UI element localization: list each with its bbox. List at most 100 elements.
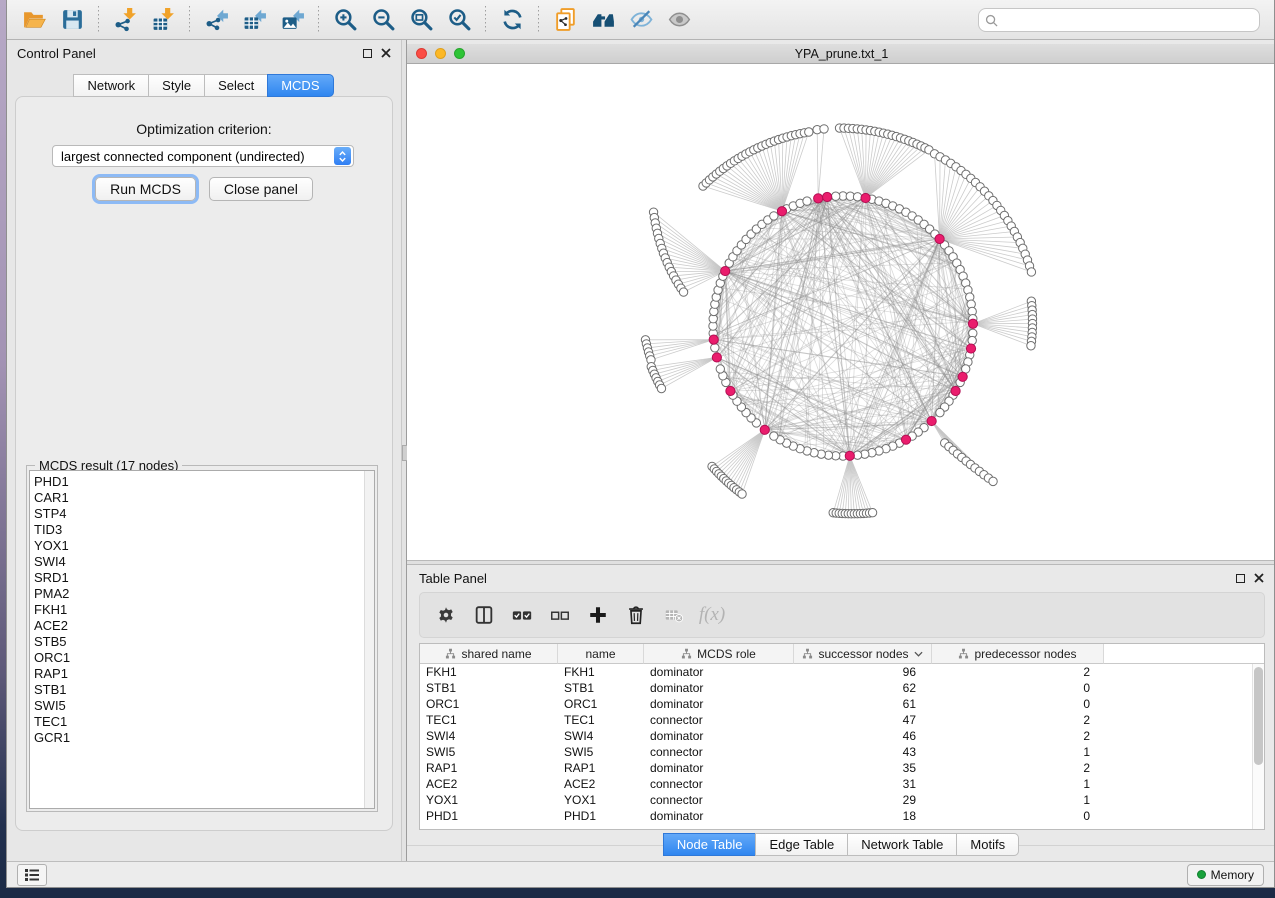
- cell-successor-nodes[interactable]: 18: [794, 809, 932, 823]
- cell-predecessor-nodes[interactable]: 1: [932, 745, 1104, 759]
- memory-button[interactable]: Memory: [1187, 864, 1264, 886]
- control-panel-tab[interactable]: Style: [148, 74, 205, 97]
- import-network-button[interactable]: [106, 4, 144, 36]
- cell-shared-name[interactable]: SWI5: [420, 745, 558, 759]
- close-panel-icon[interactable]: [381, 48, 391, 58]
- cell-mcds-role[interactable]: connector: [644, 745, 794, 759]
- cell-name[interactable]: STB1: [558, 681, 644, 695]
- cell-shared-name[interactable]: PHD1: [420, 809, 558, 823]
- delete-table-button[interactable]: [658, 600, 690, 630]
- export-table-button[interactable]: [235, 4, 273, 36]
- cell-name[interactable]: SWI5: [558, 745, 644, 759]
- mcds-result-node[interactable]: SWI5: [34, 698, 374, 714]
- scrollbar-thumb[interactable]: [1254, 667, 1263, 765]
- float-panel-icon[interactable]: [363, 49, 372, 58]
- export-image-button[interactable]: [273, 4, 311, 36]
- cell-mcds-role[interactable]: connector: [644, 713, 794, 727]
- cell-successor-nodes[interactable]: 31: [794, 777, 932, 791]
- network-canvas[interactable]: [407, 64, 1275, 561]
- column-header[interactable]: successor nodes: [794, 644, 932, 664]
- column-header[interactable]: shared name: [420, 644, 558, 664]
- cell-name[interactable]: TEC1: [558, 713, 644, 727]
- delete-columns-button[interactable]: [620, 600, 652, 630]
- maximize-window-icon[interactable]: [454, 48, 465, 59]
- zoom-out-button[interactable]: [364, 4, 402, 36]
- cell-predecessor-nodes[interactable]: 2: [932, 729, 1104, 743]
- mcds-result-list[interactable]: PHD1CAR1STP4TID3YOX1SWI4SRD1PMA2FKH1ACE2…: [29, 470, 375, 809]
- search-input[interactable]: [998, 10, 1259, 30]
- cell-name[interactable]: ORC1: [558, 697, 644, 711]
- mcds-result-node[interactable]: ORC1: [34, 650, 374, 666]
- table-row[interactable]: TEC1 TEC1 connector 47 2: [420, 712, 1264, 728]
- cell-predecessor-nodes[interactable]: 2: [932, 761, 1104, 775]
- cell-shared-name[interactable]: TEC1: [420, 713, 558, 727]
- mcds-result-node[interactable]: GCR1: [34, 730, 374, 746]
- mcds-result-node[interactable]: YOX1: [34, 538, 374, 554]
- unselect-all-columns-button[interactable]: [544, 600, 576, 630]
- column-header[interactable]: name: [558, 644, 644, 664]
- cell-shared-name[interactable]: YOX1: [420, 793, 558, 807]
- cell-name[interactable]: FKH1: [558, 665, 644, 679]
- open-session-button[interactable]: [15, 4, 53, 36]
- cell-shared-name[interactable]: STB1: [420, 681, 558, 695]
- table-row[interactable]: RAP1 RAP1 dominator 35 2: [420, 760, 1264, 776]
- table-row[interactable]: SWI5 SWI5 connector 43 1: [420, 744, 1264, 760]
- save-session-button[interactable]: [53, 4, 91, 36]
- cell-successor-nodes[interactable]: 62: [794, 681, 932, 695]
- cell-shared-name[interactable]: ORC1: [420, 697, 558, 711]
- close-window-icon[interactable]: [416, 48, 427, 59]
- cell-successor-nodes[interactable]: 61: [794, 697, 932, 711]
- mcds-result-node[interactable]: STP4: [34, 506, 374, 522]
- mcds-result-node[interactable]: ACE2: [34, 618, 374, 634]
- cell-successor-nodes[interactable]: 47: [794, 713, 932, 727]
- column-settings-button[interactable]: [430, 600, 462, 630]
- show-all-button[interactable]: [660, 4, 698, 36]
- cell-mcds-role[interactable]: dominator: [644, 809, 794, 823]
- cell-mcds-role[interactable]: dominator: [644, 761, 794, 775]
- table-row[interactable]: STB1 STB1 dominator 62 0: [420, 680, 1264, 696]
- mcds-result-node[interactable]: PMA2: [34, 586, 374, 602]
- table-row[interactable]: SWI4 SWI4 dominator 46 2: [420, 728, 1264, 744]
- control-panel-tab[interactable]: Network: [73, 74, 149, 97]
- cell-mcds-role[interactable]: dominator: [644, 729, 794, 743]
- minimize-window-icon[interactable]: [435, 48, 446, 59]
- mcds-result-node[interactable]: SRD1: [34, 570, 374, 586]
- zoom-selected-button[interactable]: [440, 4, 478, 36]
- table-scrollbar[interactable]: [1252, 664, 1264, 829]
- cell-shared-name[interactable]: FKH1: [420, 665, 558, 679]
- cell-predecessor-nodes[interactable]: 2: [932, 665, 1104, 679]
- mcds-result-node[interactable]: STB5: [34, 634, 374, 650]
- mcds-result-node[interactable]: PHD1: [34, 474, 374, 490]
- show-column-panel-button[interactable]: [468, 600, 500, 630]
- cell-successor-nodes[interactable]: 43: [794, 745, 932, 759]
- table-row[interactable]: PHD1 PHD1 dominator 18 0: [420, 808, 1264, 824]
- mcds-list-scrollbar[interactable]: [364, 471, 374, 808]
- mcds-result-node[interactable]: TID3: [34, 522, 374, 538]
- control-panel-tab[interactable]: MCDS: [267, 74, 333, 97]
- cell-successor-nodes[interactable]: 96: [794, 665, 932, 679]
- optimization-criterion-select[interactable]: largest connected component (undirected): [52, 145, 354, 167]
- export-network-button[interactable]: [197, 4, 235, 36]
- cell-mcds-role[interactable]: dominator: [644, 665, 794, 679]
- task-history-button[interactable]: [17, 864, 47, 886]
- hide-selected-button[interactable]: [622, 4, 660, 36]
- cell-predecessor-nodes[interactable]: 1: [932, 793, 1104, 807]
- cell-successor-nodes[interactable]: 46: [794, 729, 932, 743]
- cell-shared-name[interactable]: SWI4: [420, 729, 558, 743]
- cell-name[interactable]: YOX1: [558, 793, 644, 807]
- mcds-result-node[interactable]: STB1: [34, 682, 374, 698]
- table-tab[interactable]: Network Table: [847, 833, 957, 856]
- cell-predecessor-nodes[interactable]: 0: [932, 697, 1104, 711]
- import-table-button[interactable]: [144, 4, 182, 36]
- first-neighbors-button[interactable]: [584, 4, 622, 36]
- cell-name[interactable]: RAP1: [558, 761, 644, 775]
- cell-name[interactable]: PHD1: [558, 809, 644, 823]
- mcds-result-node[interactable]: TEC1: [34, 714, 374, 730]
- mcds-result-node[interactable]: FKH1: [34, 602, 374, 618]
- table-row[interactable]: FKH1 FKH1 dominator 96 2: [420, 664, 1264, 680]
- column-header[interactable]: MCDS role: [644, 644, 794, 664]
- zoom-fit-button[interactable]: [402, 4, 440, 36]
- table-row[interactable]: ORC1 ORC1 dominator 61 0: [420, 696, 1264, 712]
- cell-mcds-role[interactable]: dominator: [644, 681, 794, 695]
- cell-shared-name[interactable]: RAP1: [420, 761, 558, 775]
